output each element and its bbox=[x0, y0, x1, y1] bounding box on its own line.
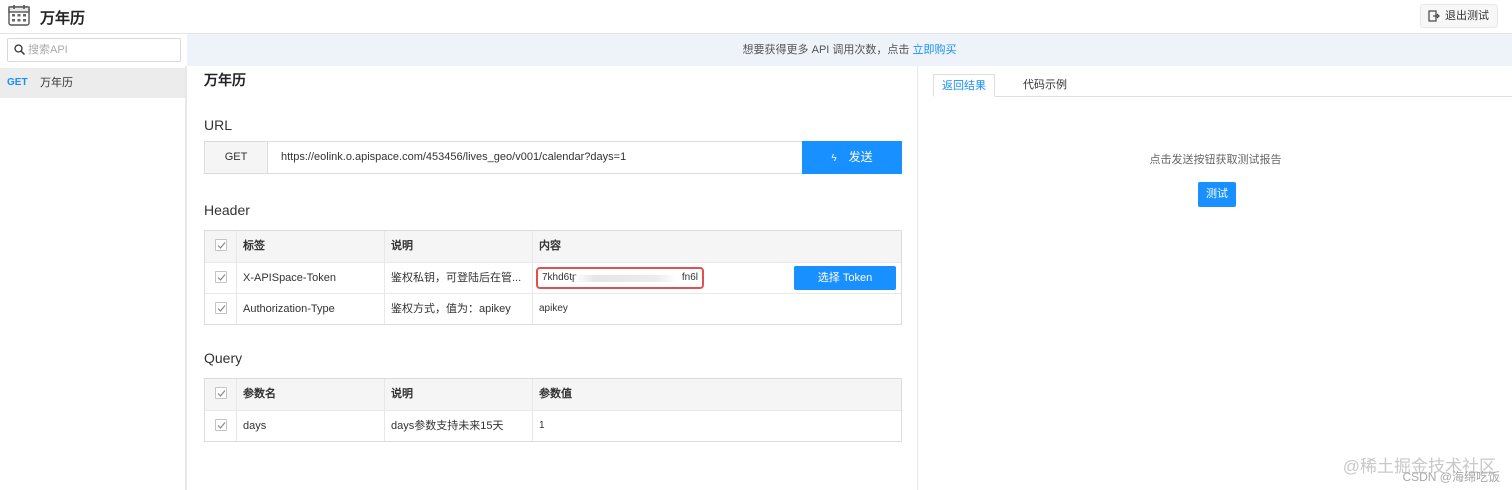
query-table-head: 参数名 说明 参数值 bbox=[205, 379, 901, 410]
token-value-end: fn6l bbox=[681, 272, 698, 283]
search-area bbox=[0, 34, 187, 66]
test-button[interactable]: 测试 bbox=[1198, 182, 1236, 207]
page-title: 万年历 bbox=[204, 72, 246, 88]
search-icon bbox=[14, 44, 25, 55]
header-value-cell: 7khd6tp fn6l 选择 Token bbox=[532, 263, 902, 293]
query-section-label: Query bbox=[204, 350, 243, 366]
header-section-label: Header bbox=[204, 202, 250, 218]
sidebar-item-label: 万年历 bbox=[40, 77, 73, 89]
check-icon bbox=[217, 422, 226, 429]
column-header: 参数值 bbox=[532, 379, 902, 410]
select-token-button[interactable]: 选择 Token bbox=[794, 266, 896, 290]
row-checkbox[interactable] bbox=[215, 271, 227, 284]
param-desc: days参数支持未来15天 bbox=[384, 411, 532, 441]
header-tag: X-APISpace-Token bbox=[236, 263, 384, 293]
search-input[interactable] bbox=[28, 41, 176, 59]
param-value-input[interactable]: 1 bbox=[532, 411, 902, 441]
main-panel: 万年历 URL GET https://eolink.o.apispace.co… bbox=[189, 66, 916, 490]
check-icon bbox=[217, 390, 226, 397]
select-all-checkbox[interactable] bbox=[215, 387, 227, 400]
watermark: CSDN @海绵吃饭 bbox=[1402, 470, 1500, 484]
header-table: 标签 说明 内容 X-APISpace-Token 鉴权私钥，可登陆后在管...… bbox=[204, 230, 902, 325]
sidebar-item-method: GET bbox=[7, 77, 28, 88]
app-title: 万年历 bbox=[40, 10, 86, 27]
result-panel: 返回结果 代码示例 点击发送按钮获取测试报告 测试 bbox=[917, 66, 1512, 490]
table-row: X-APISpace-Token 鉴权私钥，可登陆后在管... 7khd6tp … bbox=[205, 262, 901, 293]
search-box[interactable] bbox=[7, 38, 181, 62]
check-icon bbox=[217, 242, 226, 249]
url-input[interactable]: https://eolink.o.apispace.com/453456/liv… bbox=[281, 142, 626, 173]
notice-text: 想要获得更多 API 调用次数，点击 bbox=[742, 44, 913, 56]
query-table: 参数名 说明 参数值 days days参数支持未来15天 1 bbox=[204, 378, 902, 442]
url-bar: GET https://eolink.o.apispace.com/453456… bbox=[204, 141, 902, 174]
check-icon bbox=[217, 305, 226, 312]
header-tag: Authorization-Type bbox=[236, 294, 384, 324]
send-label: 发送 bbox=[848, 150, 873, 164]
tab-result[interactable]: 返回结果 bbox=[933, 74, 995, 97]
column-header: 内容 bbox=[532, 231, 902, 262]
token-redaction bbox=[574, 275, 677, 282]
header-value-input[interactable]: apikey bbox=[532, 294, 902, 324]
column-header: 标签 bbox=[236, 231, 384, 262]
sidebar: GET 万年历 bbox=[0, 66, 187, 490]
row-checkbox[interactable] bbox=[215, 302, 227, 315]
exit-test-button[interactable]: 退出测试 bbox=[1420, 4, 1498, 28]
column-header: 说明 bbox=[384, 379, 532, 410]
header-desc: 鉴权方式，值为：apikey bbox=[384, 294, 532, 324]
table-row: Authorization-Type 鉴权方式，值为：apikey apikey bbox=[205, 293, 901, 324]
result-tabs: 返回结果 代码示例 bbox=[933, 74, 1512, 97]
top-bar: 万年历 退出测试 bbox=[0, 0, 1512, 34]
exit-icon bbox=[1428, 10, 1440, 22]
bolt-icon: ϟ bbox=[831, 153, 837, 164]
url-section-label: URL bbox=[204, 117, 233, 133]
row-checkbox[interactable] bbox=[215, 419, 227, 432]
table-row: days days参数支持未来15天 1 bbox=[205, 410, 901, 441]
empty-hint: 点击发送按钮获取测试报告 bbox=[1149, 154, 1282, 166]
header-desc: 鉴权私钥，可登陆后在管... bbox=[384, 263, 532, 293]
header-table-head: 标签 说明 内容 bbox=[205, 231, 901, 262]
purchase-notice: 想要获得更多 API 调用次数，点击 立即购买 bbox=[187, 34, 1512, 66]
param-name: days bbox=[236, 411, 384, 441]
exit-test-label: 退出测试 bbox=[1445, 10, 1489, 22]
check-icon bbox=[217, 274, 226, 281]
calendar-icon bbox=[8, 5, 30, 26]
http-method: GET bbox=[205, 142, 268, 173]
sidebar-item-calendar[interactable]: GET 万年历 bbox=[0, 68, 185, 98]
token-input[interactable]: 7khd6tp fn6l bbox=[536, 267, 704, 289]
send-button[interactable]: ϟ 发送 bbox=[802, 141, 902, 174]
column-header: 参数名 bbox=[236, 379, 384, 410]
buy-now-link[interactable]: 立即购买 bbox=[912, 44, 956, 56]
column-header: 说明 bbox=[384, 231, 532, 262]
select-all-checkbox[interactable] bbox=[215, 239, 227, 252]
token-value-start: 7khd6tp bbox=[542, 272, 578, 283]
tab-code-example[interactable]: 代码示例 bbox=[1015, 74, 1075, 97]
